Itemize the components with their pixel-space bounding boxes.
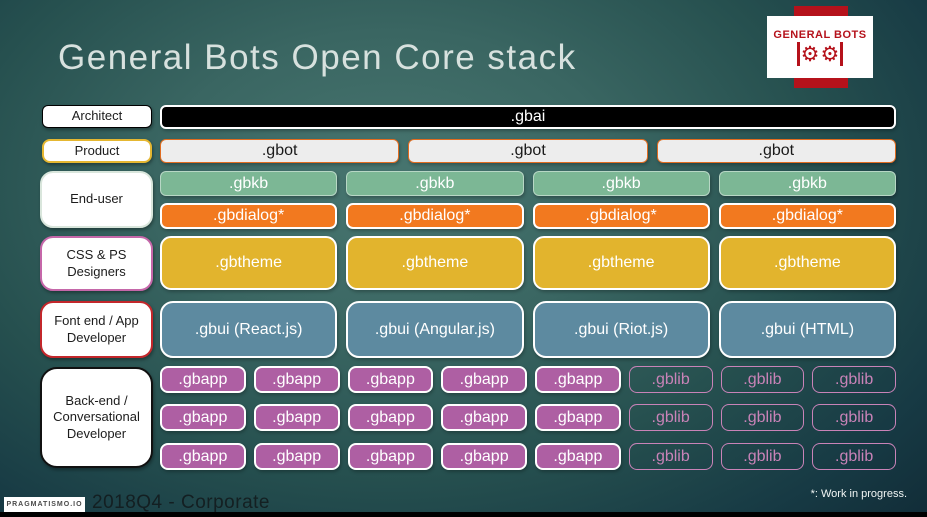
row-gbot: .gbot .gbot .gbot [160, 139, 896, 163]
gbapp-box: .gbapp [253, 366, 340, 393]
gblib-box: .gblib [720, 366, 805, 393]
gbai-box: .gbai [160, 105, 896, 129]
footer-version-text: 2018Q4 - Corporate [92, 492, 270, 513]
gbapp-box: .gbapp [160, 443, 246, 470]
row-gbkb: .gbkb .gbkb .gbkb .gbkb [160, 171, 896, 196]
gbapp-box: .gbapp [535, 366, 621, 393]
gbdialog-box: .gbdialog* [532, 203, 710, 229]
backend-row: .gbapp .gbapp .gbapp .gbapp .gbapp .gbli… [160, 443, 896, 470]
logo-wordmark: GENERAL BOTS [773, 28, 867, 41]
label-product: Product [42, 139, 152, 163]
gbui-riot-box: .gbui (Riot.js) [532, 301, 710, 358]
gbapp-box: .gbapp [347, 443, 434, 470]
slide-title: General Bots Open Core stack [58, 38, 577, 77]
gbapp-box: .gbapp [441, 366, 527, 393]
gbtheme-box: .gbtheme [346, 236, 524, 290]
gbot-box: .gbot [160, 139, 400, 163]
gbapp-box: .gbapp [160, 366, 246, 393]
gbapp-box: .gbapp [441, 404, 527, 431]
gbkb-box: .gbkb [532, 171, 710, 196]
gbtheme-box: .gbtheme [718, 236, 896, 290]
gbtheme-box: .gbtheme [532, 236, 710, 290]
label-css-ps-designers: CSS & PS Designers [40, 236, 153, 291]
bottom-black-strip [0, 512, 927, 517]
gear-icon: ⚙ [820, 41, 840, 66]
gblib-box: .gblib [812, 366, 896, 393]
label-end-user: End-user [40, 171, 153, 228]
label-back-end-conversational-developer: Back-end / Conversational Developer [40, 367, 153, 468]
gear-bar-right-icon [840, 41, 844, 66]
gblib-box: .gblib [812, 404, 896, 431]
gblib-box: .gblib [812, 443, 896, 470]
gbapp-box: .gbapp [347, 404, 434, 431]
gbot-box: .gbot [408, 139, 648, 163]
gbkb-box: .gbkb [160, 171, 338, 196]
row-gbai: .gbai [160, 105, 896, 129]
gblib-box: .gblib [720, 443, 805, 470]
gblib-box: .gblib [628, 366, 713, 393]
backend-row: .gbapp .gbapp .gbapp .gbapp .gbapp .gbli… [160, 404, 896, 431]
gbapp-box: .gbapp [253, 404, 340, 431]
gbui-html-box: .gbui (HTML) [718, 301, 896, 358]
gbui-angular-box: .gbui (Angular.js) [346, 301, 524, 358]
gblib-box: .gblib [720, 404, 805, 431]
backend-row: .gbapp .gbapp .gbapp .gbapp .gbapp .gbli… [160, 366, 896, 393]
row-gbdialog: .gbdialog* .gbdialog* .gbdialog* .gbdial… [160, 203, 896, 229]
gears-icon: ⚙ ⚙ [796, 41, 844, 66]
slide-canvas: General Bots Open Core stack GENERAL BOT… [0, 0, 927, 517]
row-gbtheme: .gbtheme .gbtheme .gbtheme .gbtheme [160, 236, 896, 290]
label-architect: Architect [42, 105, 152, 128]
gbapp-box: .gbapp [441, 443, 527, 470]
gbtheme-box: .gbtheme [160, 236, 338, 290]
gbapp-box: .gbapp [535, 443, 621, 470]
gbdialog-box: .gbdialog* [160, 203, 338, 229]
gbdialog-box: .gbdialog* [346, 203, 524, 229]
gbui-react-box: .gbui (React.js) [160, 301, 338, 358]
work-in-progress-note: *: Work in progress. [810, 488, 907, 500]
gbapp-box: .gbapp [253, 443, 340, 470]
gbot-box: .gbot [656, 139, 896, 163]
gbkb-box: .gbkb [346, 171, 524, 196]
gbdialog-box: .gbdialog* [718, 203, 896, 229]
general-bots-logo: GENERAL BOTS ⚙ ⚙ [767, 16, 873, 78]
gbapp-box: .gbapp [347, 366, 434, 393]
gblib-box: .gblib [628, 404, 713, 431]
gear-icon: ⚙ [800, 41, 820, 66]
label-front-end-app-developer: Font end / App Developer [40, 301, 153, 358]
pragmatismo-brand-badge: PRAGMATISMO.IO [4, 497, 85, 512]
gear-bar-left-icon [796, 41, 800, 66]
gblib-box: .gblib [628, 443, 713, 470]
gbapp-box: .gbapp [535, 404, 621, 431]
gbkb-box: .gbkb [718, 171, 896, 196]
gbapp-box: .gbapp [160, 404, 246, 431]
row-gbui: .gbui (React.js) .gbui (Angular.js) .gbu… [160, 301, 896, 358]
